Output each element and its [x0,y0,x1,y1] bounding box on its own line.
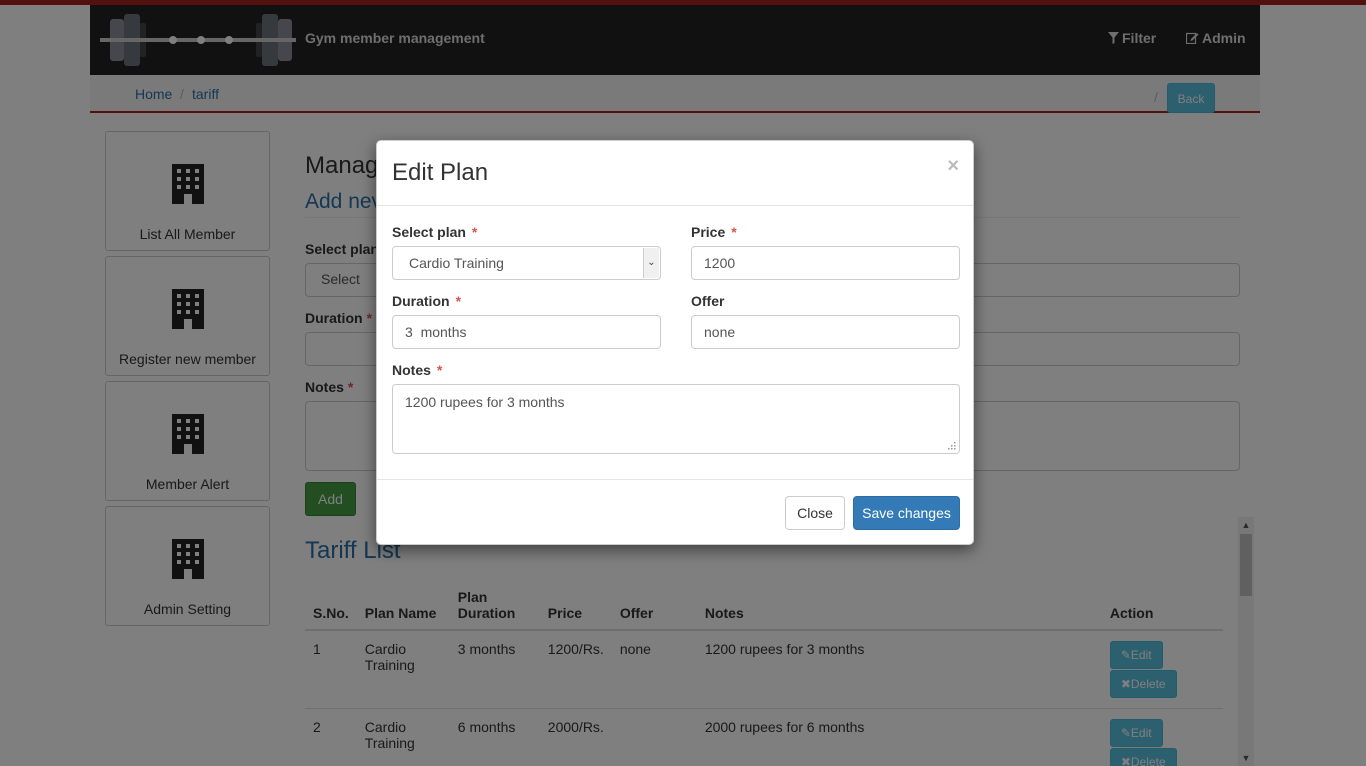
offer-field[interactable]: none [691,315,960,349]
modal-footer: Close Save changes [377,479,973,545]
modal-title: Edit Plan [392,159,489,186]
duration-label: Duration* [392,293,462,309]
modal-header: Edit Plan × [377,141,973,206]
select-plan-value: Cardio Training [409,255,504,271]
offer-label: Offer [691,293,725,309]
edit-plan-modal: Edit Plan × Select plan * Cardio Training… [376,140,974,545]
price-field[interactable]: 1200 [691,246,960,280]
save-changes-button[interactable]: Save changes [853,496,960,530]
resize-grip-icon[interactable] [946,440,956,450]
chevron-down-icon: ⌄ [643,248,659,278]
price-label: Price * [691,224,737,240]
close-icon[interactable]: × [947,155,959,178]
notes-label: Notes* [392,362,443,378]
select-plan-dropdown[interactable]: Cardio Training ⌄ [392,246,661,280]
close-button[interactable]: Close [785,496,845,530]
notes-textarea[interactable]: 1200 rupees for 3 months [392,384,960,454]
select-plan-label: Select plan * [392,224,478,240]
duration-field[interactable]: 3 months [392,315,661,349]
notes-value: 1200 rupees for 3 months [405,394,565,410]
